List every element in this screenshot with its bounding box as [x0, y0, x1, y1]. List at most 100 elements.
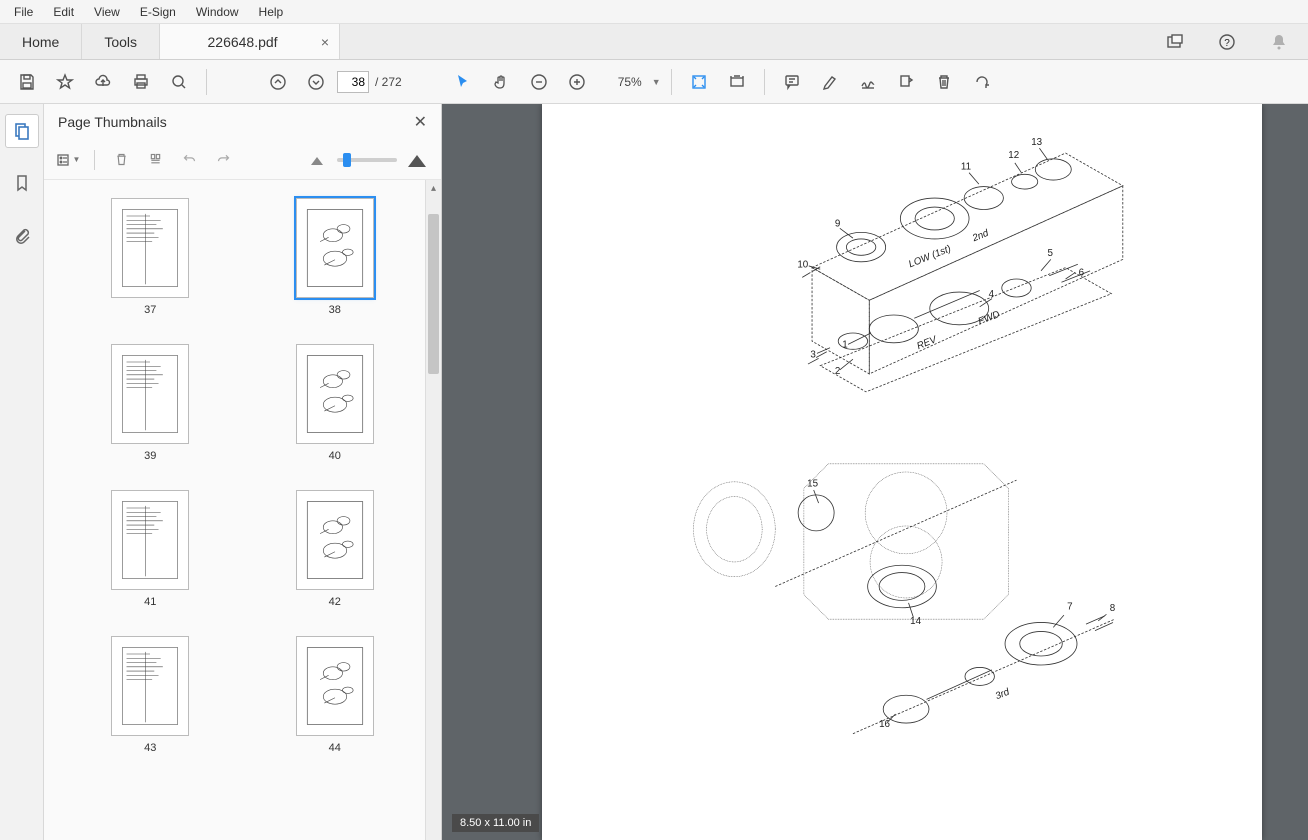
pointer-icon[interactable] — [446, 65, 480, 99]
svg-text:3rd: 3rd — [994, 686, 1012, 702]
tab-tools[interactable]: Tools — [82, 24, 160, 59]
thumbnail-label: 42 — [329, 596, 341, 608]
thumbnail-page-38[interactable]: 38 — [263, 198, 408, 316]
thumbnail-page-42[interactable]: 42 — [263, 490, 408, 608]
svg-text:5: 5 — [1048, 248, 1054, 259]
svg-text:12: 12 — [1008, 150, 1019, 161]
find-icon[interactable] — [162, 65, 196, 99]
thumbnails-toolbar: ▼ — [44, 140, 441, 180]
separator — [671, 69, 672, 95]
menu-bar: File Edit View E-Sign Window Help — [0, 0, 1308, 24]
redo-icon[interactable] — [209, 146, 237, 174]
thumbnail-label: 37 — [144, 304, 156, 316]
svg-text:3: 3 — [810, 350, 816, 361]
thumbnails-title: Page Thumbnails — [58, 114, 167, 130]
menu-view[interactable]: View — [84, 2, 130, 22]
svg-text:2nd: 2nd — [970, 228, 991, 245]
svg-text:14: 14 — [910, 616, 921, 627]
thumbnail-label: 38 — [329, 304, 341, 316]
print-thumb-icon[interactable] — [141, 146, 169, 174]
thumbnails-icon[interactable] — [5, 114, 39, 148]
close-icon[interactable]: × — [321, 34, 329, 50]
thumbnail-page-40[interactable]: 40 — [263, 344, 408, 462]
cloud-icon[interactable] — [86, 65, 120, 99]
thumbnail-page-37[interactable]: 37 — [78, 198, 223, 316]
scroll-up-icon[interactable]: ▴ — [426, 180, 441, 196]
document-viewport[interactable]: 1 2 3 4 5 6 7 8 9 10 11 12 13 14 15 16 — [442, 104, 1308, 840]
comment-icon[interactable] — [775, 65, 809, 99]
tab-home[interactable]: Home — [0, 24, 82, 59]
highlight-icon[interactable] — [813, 65, 847, 99]
thumbnail-page-39[interactable]: 39 — [78, 344, 223, 462]
chevron-down-icon[interactable]: ▼ — [652, 77, 661, 87]
attachment-icon[interactable] — [5, 218, 39, 252]
page-up-icon[interactable] — [261, 65, 295, 99]
scrollbar-thumb[interactable] — [428, 214, 439, 374]
page-dimensions-label: 8.50 x 11.00 in — [452, 814, 539, 832]
star-icon[interactable] — [48, 65, 82, 99]
separator — [206, 69, 207, 95]
thumbnail-page-41[interactable]: 41 — [78, 490, 223, 608]
svg-text:10: 10 — [797, 260, 808, 271]
stamp-icon[interactable] — [889, 65, 923, 99]
delete-thumb-icon[interactable] — [107, 146, 135, 174]
menu-file[interactable]: File — [4, 2, 43, 22]
thumbnail-page-44[interactable]: 44 — [263, 636, 408, 754]
bookmark-icon[interactable] — [5, 166, 39, 200]
svg-text:6: 6 — [1079, 268, 1085, 279]
svg-text:2: 2 — [835, 366, 840, 377]
thumbnail-label: 40 — [329, 450, 341, 462]
separator — [94, 150, 95, 170]
thumbnail-label: 41 — [144, 596, 156, 608]
fit-page-icon[interactable] — [682, 65, 716, 99]
bell-icon[interactable] — [1262, 25, 1296, 59]
svg-text:?: ? — [1224, 38, 1230, 49]
separator — [764, 69, 765, 95]
svg-text:FWD: FWD — [977, 309, 1002, 328]
zoom-in-icon[interactable] — [560, 65, 594, 99]
help-icon[interactable]: ? — [1210, 25, 1244, 59]
svg-text:1: 1 — [842, 340, 847, 351]
page-total-label: / 272 — [375, 75, 402, 89]
page-down-icon[interactable] — [299, 65, 333, 99]
thumbnail-size-slider[interactable] — [337, 158, 397, 162]
zoom-small-icon[interactable] — [303, 146, 331, 174]
svg-text:8: 8 — [1110, 603, 1116, 614]
options-icon[interactable]: ▼ — [54, 146, 82, 174]
tab-bar: Home Tools 226648.pdf × ? — [0, 24, 1308, 60]
menu-esign[interactable]: E-Sign — [130, 2, 186, 22]
thumbnail-label: 39 — [144, 450, 156, 462]
thumbnail-label: 43 — [144, 742, 156, 754]
save-icon[interactable] — [10, 65, 44, 99]
document-page: 1 2 3 4 5 6 7 8 9 10 11 12 13 14 15 16 — [542, 104, 1262, 840]
menu-help[interactable]: Help — [249, 2, 294, 22]
print-icon[interactable] — [124, 65, 158, 99]
page-number-input[interactable] — [337, 71, 369, 93]
tab-document-label: 226648.pdf — [208, 34, 278, 50]
thumbnails-scrollbar[interactable]: ▴ — [425, 180, 441, 840]
thumbnails-panel: Page Thumbnails ✕ ▼ 37 38 39 40 41 42 43 44 ▴ — [44, 104, 442, 840]
svg-text:11: 11 — [961, 161, 971, 172]
svg-text:15: 15 — [807, 479, 818, 490]
svg-text:13: 13 — [1031, 137, 1042, 148]
tab-document[interactable]: 226648.pdf × — [160, 24, 340, 59]
menu-window[interactable]: Window — [186, 2, 249, 22]
svg-text:9: 9 — [835, 219, 840, 230]
fit-width-icon[interactable] — [720, 65, 754, 99]
svg-text:REV: REV — [915, 334, 939, 352]
zoom-large-icon[interactable] — [403, 146, 431, 174]
close-panel-icon[interactable]: ✕ — [414, 112, 427, 132]
menu-edit[interactable]: Edit — [43, 2, 84, 22]
zoom-out-icon[interactable] — [522, 65, 556, 99]
rotate-icon[interactable] — [965, 65, 999, 99]
hand-icon[interactable] — [484, 65, 518, 99]
share-icon[interactable] — [1158, 25, 1192, 59]
svg-text:7: 7 — [1067, 601, 1072, 612]
zoom-level-label[interactable]: 75% — [614, 73, 646, 91]
delete-icon[interactable] — [927, 65, 961, 99]
undo-icon[interactable] — [175, 146, 203, 174]
thumbnail-page-43[interactable]: 43 — [78, 636, 223, 754]
sign-icon[interactable] — [851, 65, 885, 99]
navigation-rail — [0, 104, 44, 840]
thumbnail-label: 44 — [329, 742, 341, 754]
